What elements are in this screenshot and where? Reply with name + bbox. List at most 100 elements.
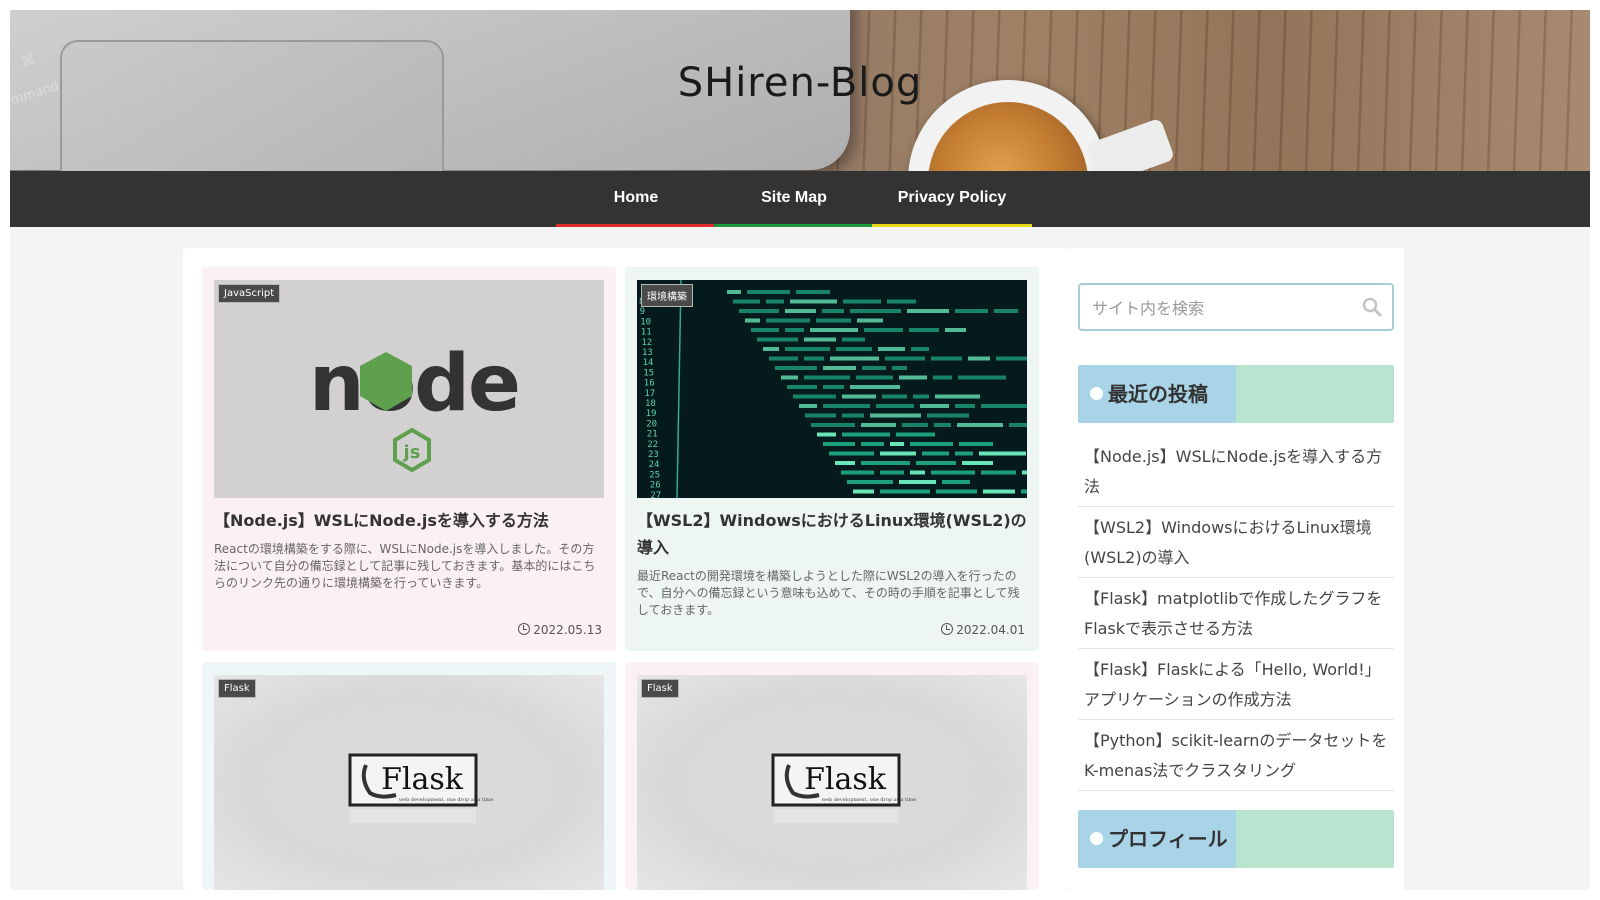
line-number: 14 <box>643 358 654 368</box>
svg-text:Flask: Flask <box>381 762 464 797</box>
code-bar <box>785 347 830 351</box>
nav-privacy-policy[interactable]: Privacy Policy <box>872 171 1032 227</box>
recent-post-link[interactable]: 【Flask】matplotlibで作成したグラフをFlaskで表示させる方法 <box>1078 578 1394 649</box>
code-bar <box>823 404 870 408</box>
line-number: 27 <box>650 491 661 498</box>
post-thumbnail[interactable]: 89101112131415161718192021222324252627 環… <box>637 280 1027 498</box>
line-number: 18 <box>645 399 656 409</box>
recent-post-link[interactable]: 【Flask】Flaskによる「Hello, World!」アプリケーションの作… <box>1078 649 1394 720</box>
code-bar <box>805 413 836 418</box>
code-bar <box>841 470 874 475</box>
code-bar <box>899 375 927 380</box>
line-number: 15 <box>643 368 654 378</box>
code-bar <box>931 356 962 361</box>
code-bar <box>957 423 1003 427</box>
recent-post-link[interactable]: 【WSL2】WindowsにおけるLinux環境(WSL2)の導入 <box>1078 507 1394 578</box>
gutter-line <box>676 280 682 498</box>
code-bar <box>766 299 784 304</box>
code-bar <box>955 309 988 313</box>
post-date-text: 2022.04.01 <box>956 623 1025 637</box>
code-bar <box>1009 423 1027 427</box>
line-number: 20 <box>646 419 657 429</box>
code-bar <box>739 309 779 313</box>
code-bar <box>981 470 1016 475</box>
code-bar <box>781 375 798 380</box>
code-bar <box>876 404 914 408</box>
line-number: 26 <box>650 481 661 491</box>
post-thumbnail[interactable]: Flask web development, one drop at a tim… <box>214 675 604 890</box>
post-thumbnail[interactable]: node js JavaScript <box>214 280 604 498</box>
code-bar <box>785 309 816 313</box>
line-number: 9 <box>640 307 645 317</box>
recent-post-link[interactable]: 【Node.js】WSLにNode.jsを導入する方法 <box>1078 436 1394 507</box>
recent-posts-list: 【Node.js】WSLにNode.jsを導入する方法 【WSL2】Window… <box>1078 436 1394 791</box>
code-bar <box>861 423 896 427</box>
code-bar <box>911 347 929 351</box>
code-bar <box>882 394 907 399</box>
code-bar <box>880 470 904 475</box>
code-bar <box>842 394 876 399</box>
site-header: ⌘ mmand SHiren-Blog <box>10 10 1590 173</box>
code-bar <box>1022 470 1027 475</box>
post-snippet: Reactの環境構築をする際に、WSLにNode.jsを導入しました。その方法に… <box>214 542 596 590</box>
svg-text:node: node <box>309 339 519 429</box>
search-icon[interactable] <box>1362 297 1382 317</box>
code-bar <box>910 470 925 475</box>
search-input[interactable] <box>1090 294 1354 322</box>
code-bar <box>804 356 824 361</box>
code-bar <box>830 356 879 361</box>
nav-site-map-label: Site Map <box>761 189 827 206</box>
code-bar <box>733 299 760 304</box>
category-label[interactable]: Flask <box>218 679 256 698</box>
code-bar <box>853 489 874 494</box>
nav-home-label: Home <box>613 189 659 206</box>
code-bar <box>790 299 837 304</box>
code-bar <box>931 470 975 475</box>
code-bar <box>945 328 966 332</box>
code-bar <box>880 489 930 494</box>
post-card[interactable]: node js JavaScript 【Node.js】WSLにNode.jsを… <box>202 267 616 651</box>
code-bar <box>811 423 855 427</box>
profile-title: プロフィール <box>1108 827 1228 851</box>
post-snippet: 最近Reactの開発環境を構築しようとした際にWSL2の導入を行ったので、自分へ… <box>637 569 1020 617</box>
line-number: 25 <box>649 470 660 480</box>
code-bar <box>935 394 980 399</box>
post-list-main: node js JavaScript 【Node.js】WSLにNode.jsを… <box>183 248 1069 890</box>
category-label[interactable]: JavaScript <box>218 284 281 303</box>
code-bar <box>769 356 798 361</box>
code-bar <box>829 451 874 456</box>
code-bar <box>899 480 936 484</box>
code-bar <box>751 328 779 332</box>
nav-site-map[interactable]: Site Map <box>714 171 874 227</box>
code-bar <box>775 366 817 370</box>
post-thumbnail[interactable]: Flask web development, one drop at a tim… <box>637 675 1027 890</box>
line-number: 10 <box>640 317 651 327</box>
code-bar <box>892 366 907 370</box>
code-bar <box>902 423 928 427</box>
code-bar <box>909 328 939 332</box>
post-title[interactable]: 【WSL2】WindowsにおけるLinux環境(WSL2)の導入 <box>637 507 1029 561</box>
code-bar <box>847 480 893 484</box>
recent-post-link[interactable]: 【Python】scikit-learnのデータセットをK-menas法でクラス… <box>1078 720 1394 791</box>
code-bar <box>836 347 872 351</box>
site-title[interactable]: SHiren-Blog <box>10 60 1590 106</box>
code-bar <box>850 385 900 389</box>
code-bar <box>822 309 844 313</box>
post-title[interactable]: 【Node.js】WSLにNode.jsを導入する方法 <box>214 507 606 534</box>
code-bar <box>920 404 949 408</box>
post-card[interactable]: 89101112131415161718192021222324252627 環… <box>625 267 1039 651</box>
code-bar <box>796 290 830 294</box>
nav-home[interactable]: Home <box>556 171 716 227</box>
category-label[interactable]: 環境構築 <box>641 284 693 307</box>
code-bar <box>763 347 779 351</box>
post-card[interactable]: Flask web development, one drop at a tim… <box>625 662 1039 890</box>
code-bar <box>880 451 916 456</box>
post-card[interactable]: Flask web development, one drop at a tim… <box>202 662 616 890</box>
flask-logo-icon: Flask web development, one drop at a tim… <box>348 753 493 823</box>
code-bar <box>861 442 884 446</box>
code-bar <box>817 432 836 437</box>
code-bar <box>727 290 741 294</box>
code-bar <box>850 309 901 313</box>
line-number: 22 <box>647 440 658 450</box>
category-label[interactable]: Flask <box>641 679 679 698</box>
